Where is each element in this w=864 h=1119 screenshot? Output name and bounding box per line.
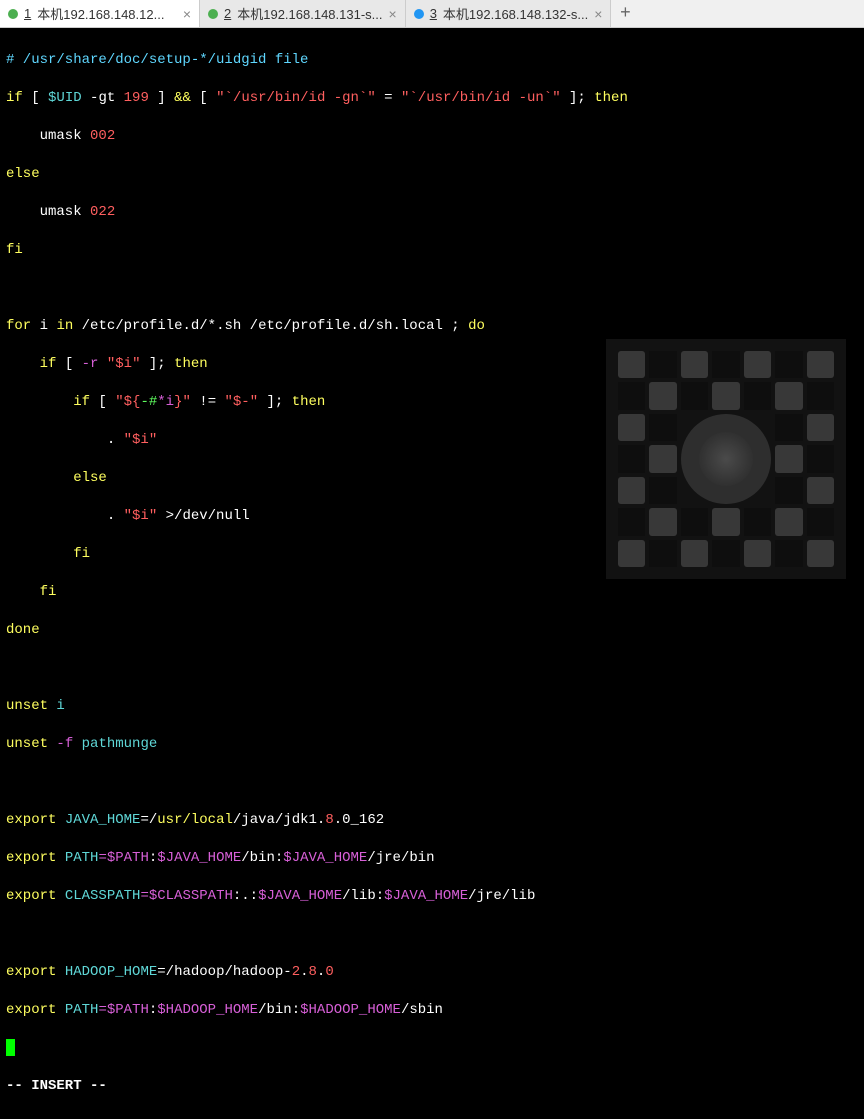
code-line: umask 022	[6, 203, 858, 222]
code-line	[6, 773, 858, 792]
tab-number: 2	[224, 6, 231, 21]
close-icon[interactable]: ×	[389, 6, 397, 22]
code-line: export HADOOP_HOME=/hadoop/hadoop-2.8.0	[6, 963, 858, 982]
status-dot-icon	[414, 9, 424, 19]
tab-3[interactable]: 3 本机192.168.148.132-s... ×	[406, 0, 612, 27]
tab-1[interactable]: 1 本机192.168.148.12... ×	[0, 0, 200, 27]
code-line: fi	[6, 241, 858, 260]
new-tab-button[interactable]: +	[611, 0, 639, 27]
code-line: export PATH=$PATH:$HADOOP_HOME/bin:$HADO…	[6, 1001, 858, 1020]
code-line: fi	[6, 583, 858, 602]
code-line: umask 002	[6, 127, 858, 146]
tab-label: 本机192.168.148.12...	[37, 4, 164, 23]
code-line: else	[6, 165, 858, 184]
code-line	[6, 659, 858, 678]
code-line: export PATH=$PATH:$JAVA_HOME/bin:$JAVA_H…	[6, 849, 858, 868]
status-line: -- INSERT --	[6, 1077, 858, 1096]
code-line: unset -f pathmunge	[6, 735, 858, 754]
code-line	[6, 925, 858, 944]
tab-label: 本机192.168.148.132-s...	[443, 4, 588, 23]
code-line: export JAVA_HOME=/usr/local/java/jdk1.8.…	[6, 811, 858, 830]
code-line	[6, 279, 858, 298]
tab-label: 本机192.168.148.131-s...	[237, 4, 382, 23]
tab-number: 1	[24, 6, 31, 21]
tab-bar: 1 本机192.168.148.12... × 2 本机192.168.148.…	[0, 0, 864, 28]
code-line: for i in /etc/profile.d/*.sh /etc/profil…	[6, 317, 858, 336]
tab-2[interactable]: 2 本机192.168.148.131-s... ×	[200, 0, 406, 27]
close-icon[interactable]: ×	[183, 6, 191, 22]
code-line: if [ $UID -gt 199 ] && [ "`/usr/bin/id -…	[6, 89, 858, 108]
tab-number: 3	[430, 6, 437, 21]
cursor-icon	[6, 1039, 15, 1056]
code-line: unset i	[6, 697, 858, 716]
cursor-line	[6, 1039, 858, 1058]
status-dot-icon	[8, 9, 18, 19]
code-line: done	[6, 621, 858, 640]
status-dot-icon	[208, 9, 218, 19]
qr-center-avatar	[681, 414, 771, 504]
qr-code-watermark	[606, 339, 846, 579]
code-line: export CLASSPATH=$CLASSPATH:.:$JAVA_HOME…	[6, 887, 858, 906]
close-icon[interactable]: ×	[594, 6, 602, 22]
code-line: # /usr/share/doc/setup-*/uidgid file	[6, 51, 858, 70]
